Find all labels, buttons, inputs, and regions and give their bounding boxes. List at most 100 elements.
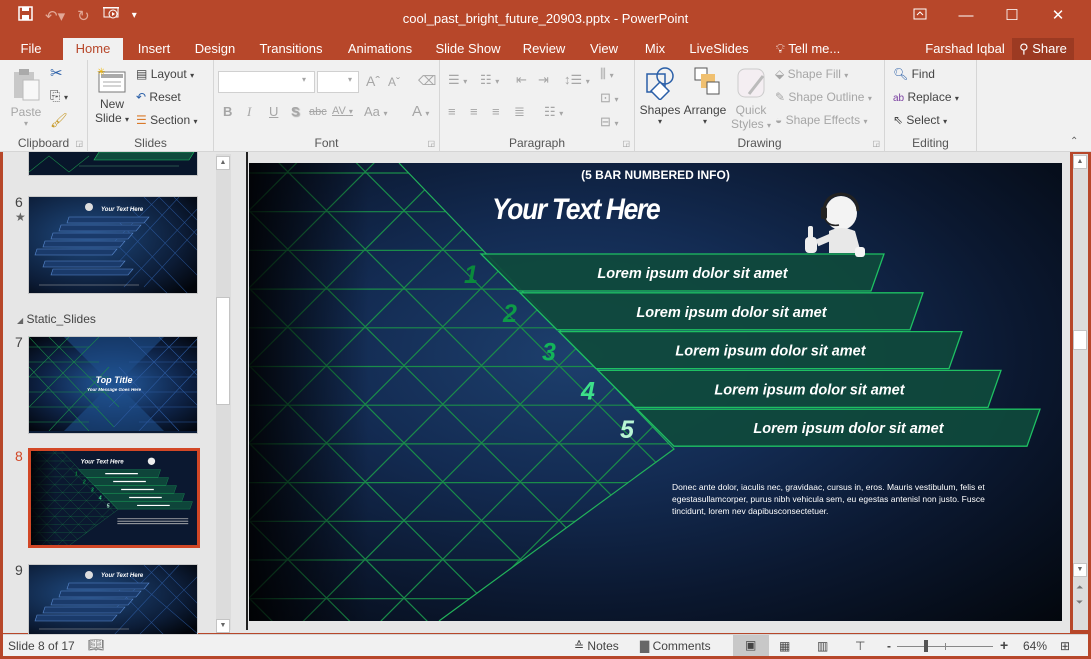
change-case-button[interactable]: Aa ▾ bbox=[364, 104, 388, 119]
font-launcher-icon[interactable]: ◲ bbox=[427, 139, 435, 148]
ribbon-display-options-icon[interactable] bbox=[897, 4, 943, 28]
line-spacing-icon[interactable]: ↕☰ ▾ bbox=[564, 72, 590, 88]
slide-thumbnail-5[interactable] bbox=[28, 152, 198, 176]
format-painter-icon[interactable]: 🖌︎ bbox=[50, 112, 68, 129]
columns-icon[interactable]: ☷ ▾ bbox=[544, 104, 563, 120]
cut-icon[interactable]: ✂ bbox=[50, 64, 63, 82]
notes-button[interactable]: ≙ Notes bbox=[574, 639, 619, 653]
character-spacing-button[interactable]: AV ▾ bbox=[332, 105, 353, 117]
close-icon[interactable]: ✕ bbox=[1035, 4, 1081, 28]
slide-body-text[interactable]: Donec ante dolor, iaculis nec, gravidaac… bbox=[672, 481, 1017, 517]
slide-scroll-thumb[interactable] bbox=[1073, 330, 1087, 350]
zoom-out-button[interactable]: - bbox=[887, 639, 891, 653]
slide-thumbnail-6[interactable]: Your Text Here bbox=[28, 196, 198, 294]
new-slide-button[interactable]: ✳ New Slide ▾ bbox=[94, 66, 130, 125]
zoom-in-button[interactable]: + bbox=[1000, 637, 1008, 653]
bullets-icon[interactable]: ☰ ▾ bbox=[448, 72, 467, 88]
slide-scroll-down-icon[interactable]: ▼ bbox=[1073, 563, 1087, 577]
font-name-dropdown-icon[interactable]: ▾ bbox=[302, 75, 306, 84]
tab-slide-show[interactable]: Slide Show bbox=[430, 38, 506, 60]
quick-styles-button[interactable]: Quick Styles ▾ bbox=[731, 66, 771, 131]
fit-to-window-icon[interactable]: ⊞ bbox=[1060, 639, 1070, 653]
slide-sorter-icon[interactable]: ▦ bbox=[779, 639, 790, 653]
tab-design[interactable]: Design bbox=[188, 38, 242, 60]
shadow-button[interactable]: S bbox=[291, 104, 300, 119]
underline-button[interactable]: U bbox=[269, 104, 278, 119]
slide-thumbnail-9[interactable]: Your Text Here bbox=[28, 564, 198, 634]
strikethrough-button[interactable]: abc bbox=[309, 106, 327, 118]
thumbnails-scroll-down-icon[interactable]: ▼ bbox=[216, 619, 230, 633]
font-size-dropdown-icon[interactable]: ▾ bbox=[348, 75, 352, 84]
section-header-static-slides[interactable]: ◢ Static_Slides bbox=[17, 312, 96, 326]
arrange-button[interactable]: Arrange ▾ bbox=[683, 66, 727, 126]
shape-effects-button[interactable]: ◒ Shape Effects ▾ bbox=[775, 113, 867, 127]
normal-view-button[interactable]: ▣ bbox=[733, 635, 769, 656]
slide-header[interactable]: (5 BAR NUMBERED INFO) bbox=[249, 168, 1062, 182]
reset-button[interactable]: ↶ Reset bbox=[136, 90, 181, 104]
justify-icon[interactable]: ≣ bbox=[514, 104, 525, 120]
thumbnails-scroll-thumb[interactable] bbox=[216, 297, 230, 405]
drawing-launcher-icon[interactable]: ◲ bbox=[872, 139, 880, 148]
maximize-icon[interactable]: ☐ bbox=[989, 4, 1035, 28]
text-direction-icon[interactable]: ⫼ ▾ bbox=[600, 66, 614, 82]
tab-transitions[interactable]: Transitions bbox=[254, 38, 328, 60]
tab-insert[interactable]: Insert bbox=[130, 38, 178, 60]
tab-review[interactable]: Review bbox=[516, 38, 572, 60]
zoom-level[interactable]: 64% bbox=[1023, 639, 1047, 653]
replace-button[interactable]: ab Replace ▾ bbox=[893, 90, 959, 104]
spell-check-icon[interactable]: 📖︎ bbox=[88, 637, 105, 653]
collapse-ribbon-icon[interactable]: ⌃ bbox=[1070, 136, 1078, 147]
slide-8[interactable]: 1 Lorem ipsum dolor sit amet 2 Lorem ipsum … bbox=[249, 163, 1062, 621]
align-center-icon[interactable]: ≡ bbox=[470, 104, 478, 119]
previous-slide-icon[interactable]: ⏶ bbox=[1076, 582, 1083, 593]
tab-liveslides[interactable]: LiveSlides bbox=[684, 38, 754, 60]
clear-formatting-icon[interactable]: ⌫ bbox=[418, 73, 436, 89]
tell-me-search[interactable]: 💡︎ Tell me... bbox=[768, 38, 848, 60]
slide-scroll-up-icon[interactable]: ▲ bbox=[1073, 155, 1087, 169]
next-slide-icon[interactable]: ⏷ bbox=[1076, 597, 1083, 608]
font-size-input[interactable] bbox=[317, 71, 359, 93]
italic-button[interactable]: I bbox=[247, 104, 251, 120]
shape-fill-button[interactable]: ⬙ Shape Fill ▾ bbox=[775, 67, 848, 81]
tab-view[interactable]: View bbox=[583, 38, 625, 60]
select-button[interactable]: ⇖ Select ▾ bbox=[893, 113, 947, 127]
find-button[interactable]: 🔍︎ Find bbox=[893, 67, 935, 81]
copy-icon[interactable]: ⎘ ▾ bbox=[50, 88, 68, 104]
slide-thumbnail-7[interactable]: Top Title Your Message Goes Here bbox=[28, 336, 198, 434]
zoom-slider-thumb[interactable] bbox=[923, 640, 928, 652]
bold-button[interactable]: B bbox=[223, 104, 232, 119]
section-button[interactable]: ☰ Section ▾ bbox=[136, 113, 198, 127]
paste-button[interactable]: Paste ▾ bbox=[10, 66, 42, 128]
font-name-input[interactable] bbox=[218, 71, 315, 93]
numbering-icon[interactable]: ☷ ▾ bbox=[480, 72, 499, 88]
smartart-convert-icon[interactable]: ⊟ ▾ bbox=[600, 114, 619, 130]
slide-thumbnail-8[interactable]: 1 2 3 4 5 Your Text Here bbox=[28, 448, 200, 548]
minimize-icon[interactable]: — bbox=[943, 4, 989, 28]
tab-animations[interactable]: Animations bbox=[340, 38, 420, 60]
font-color-button[interactable]: A ▾ bbox=[412, 103, 429, 120]
tab-home[interactable]: Home bbox=[63, 38, 123, 60]
increase-indent-icon[interactable]: ⇥ bbox=[538, 72, 549, 88]
paragraph-launcher-icon[interactable]: ◲ bbox=[622, 139, 630, 148]
reading-view-icon[interactable]: ▥ bbox=[817, 639, 828, 653]
user-name[interactable]: Farshad Iqbal bbox=[922, 38, 1008, 60]
decrease-font-icon[interactable]: Aˇ bbox=[388, 75, 400, 89]
increase-font-icon[interactable]: Aˆ bbox=[366, 73, 380, 89]
share-button[interactable]: ⚲ Share bbox=[1012, 38, 1074, 60]
thumbnails-scroll-up-icon[interactable]: ▲ bbox=[216, 156, 230, 170]
section-collapse-icon[interactable]: ◢ bbox=[17, 316, 23, 325]
shapes-button[interactable]: Shapes ▾ bbox=[639, 66, 681, 126]
tab-mix[interactable]: Mix bbox=[638, 38, 672, 60]
decrease-indent-icon[interactable]: ⇤ bbox=[516, 72, 527, 88]
clipboard-launcher-icon[interactable]: ◲ bbox=[75, 139, 83, 148]
align-text-icon[interactable]: ⊡ ▾ bbox=[600, 90, 619, 106]
layout-button[interactable]: ▤ Layout ▾ bbox=[136, 67, 194, 81]
align-right-icon[interactable]: ≡ bbox=[492, 104, 500, 119]
slide-scrollbar[interactable] bbox=[1073, 154, 1088, 630]
slide-title[interactable]: Your Text Here bbox=[492, 193, 661, 227]
align-left-icon[interactable]: ≡ bbox=[448, 104, 456, 119]
comments-button[interactable]: ▇ Comments bbox=[640, 639, 711, 653]
tab-file[interactable]: File bbox=[12, 38, 50, 60]
slideshow-view-icon[interactable]: ⊤ bbox=[855, 639, 865, 653]
shape-outline-button[interactable]: ✎ Shape Outline ▾ bbox=[775, 90, 872, 104]
